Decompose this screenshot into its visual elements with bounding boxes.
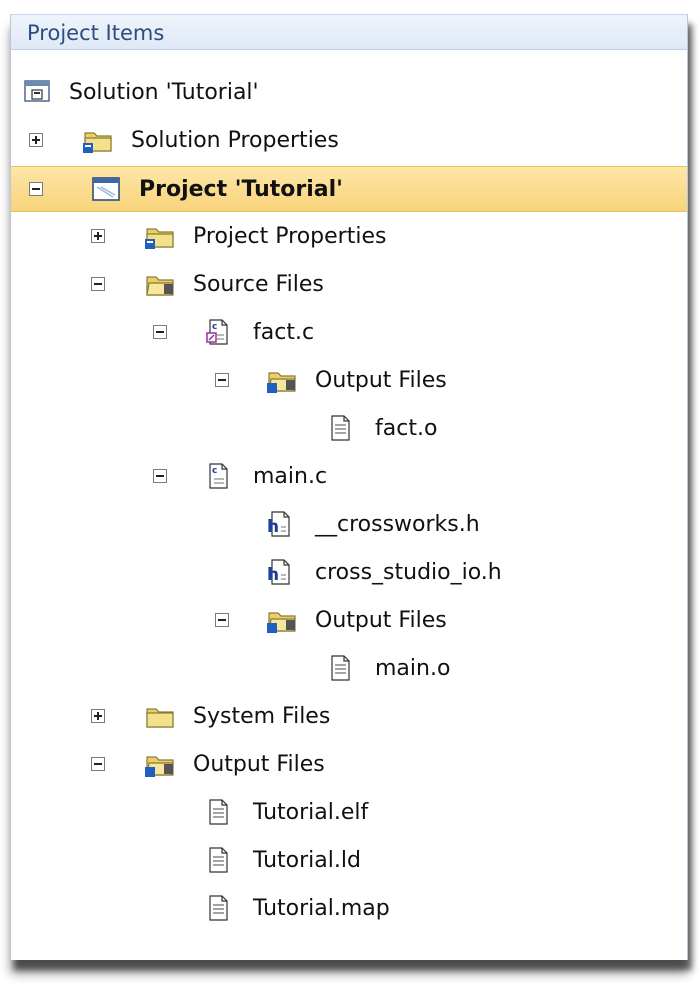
tree-item-label: fact.o	[375, 416, 438, 441]
output-folder-icon	[145, 756, 174, 777]
text-file-icon	[331, 415, 350, 441]
tree-item-main-output-files[interactable]: Output Files	[11, 598, 687, 644]
solution-icon	[24, 80, 50, 102]
tree-item-tutorial-elf[interactable]: Tutorial.elf	[11, 790, 687, 836]
tree-item-project[interactable]: Project 'Tutorial'	[11, 166, 687, 212]
tree-item-fact-o[interactable]: fact.o	[11, 406, 687, 452]
tree-item-label: Project 'Tutorial'	[139, 177, 343, 202]
tree-item-project-properties[interactable]: Project Properties	[11, 214, 687, 260]
folder-icon	[146, 708, 174, 728]
tree-item-fact-output-files[interactable]: Output Files	[11, 358, 687, 404]
expand-plus-icon[interactable]	[29, 133, 43, 147]
output-folder-icon	[267, 612, 296, 633]
tree-item-tutorial-map[interactable]: Tutorial.map	[11, 886, 687, 932]
tree-item-main-c[interactable]: c main.c	[11, 454, 687, 500]
tree-item-solution[interactable]: Solution 'Tutorial'	[11, 70, 687, 116]
text-file-icon	[209, 799, 228, 825]
tree-item-label: Tutorial.map	[253, 896, 390, 921]
tree-item-tutorial-ld[interactable]: Tutorial.ld	[11, 838, 687, 884]
project-items-panel: Project Items Solution 'Tutorial' Soluti…	[10, 14, 688, 960]
output-folder-icon	[267, 372, 296, 393]
collapse-minus-icon[interactable]	[153, 469, 167, 483]
tree-item-label: Output Files	[315, 608, 447, 633]
tree-item-main-o[interactable]: main.o	[11, 646, 687, 692]
source-folder-icon	[146, 276, 174, 296]
text-file-icon	[209, 895, 228, 921]
tree-item-label: Solution 'Tutorial'	[69, 80, 259, 105]
tree-item-source-files[interactable]: Source Files	[11, 262, 687, 308]
tree-item-label: __crossworks.h	[315, 512, 480, 537]
collapse-minus-icon[interactable]	[215, 613, 229, 627]
text-file-icon	[331, 655, 350, 681]
properties-folder-icon	[83, 132, 112, 153]
c-file-icon: c	[206, 319, 228, 345]
tree-item-label: Source Files	[193, 272, 324, 297]
tree-item-label: Tutorial.ld	[253, 848, 361, 873]
svg-text:h: h	[267, 517, 279, 537]
header-file-icon: h	[267, 511, 290, 537]
collapse-minus-icon[interactable]	[91, 757, 105, 771]
tree-item-cross-studio-io-h[interactable]: h cross_studio_io.h	[11, 550, 687, 596]
tree-item-label: System Files	[193, 704, 331, 729]
tree-item-label: Project Properties	[193, 224, 387, 249]
project-icon	[92, 177, 120, 201]
tree-item-fact-c[interactable]: c fact.c	[11, 310, 687, 356]
tree-item-crossworks-h[interactable]: h __crossworks.h	[11, 502, 687, 548]
tree-item-output-files[interactable]: Output Files	[11, 742, 687, 788]
tree-item-label: Tutorial.elf	[253, 800, 369, 825]
expand-plus-icon[interactable]	[91, 709, 105, 723]
text-file-icon	[209, 847, 228, 873]
properties-folder-icon	[145, 228, 174, 249]
collapse-minus-icon[interactable]	[215, 373, 229, 387]
header-file-icon: h	[267, 559, 290, 585]
panel-header: Project Items	[11, 14, 687, 50]
tree-item-label: cross_studio_io.h	[315, 560, 502, 585]
svg-text:h: h	[267, 565, 279, 585]
tree-item-solution-properties[interactable]: Solution Properties	[11, 118, 687, 164]
collapse-minus-icon[interactable]	[153, 325, 167, 339]
tree-item-label: Solution Properties	[131, 128, 339, 153]
tree-item-label: main.c	[253, 464, 328, 489]
tree-item-label: fact.c	[253, 320, 315, 345]
tree-item-label: main.o	[375, 656, 451, 681]
tree-item-label: Output Files	[315, 368, 447, 393]
c-file-icon: c	[209, 463, 228, 489]
collapse-minus-icon[interactable]	[29, 182, 43, 196]
tree-item-label: Output Files	[193, 752, 325, 777]
svg-text:c: c	[212, 322, 217, 332]
collapse-minus-icon[interactable]	[91, 277, 105, 291]
expand-plus-icon[interactable]	[91, 229, 105, 243]
tree-item-system-files[interactable]: System Files	[11, 694, 687, 740]
svg-text:c: c	[212, 466, 217, 476]
